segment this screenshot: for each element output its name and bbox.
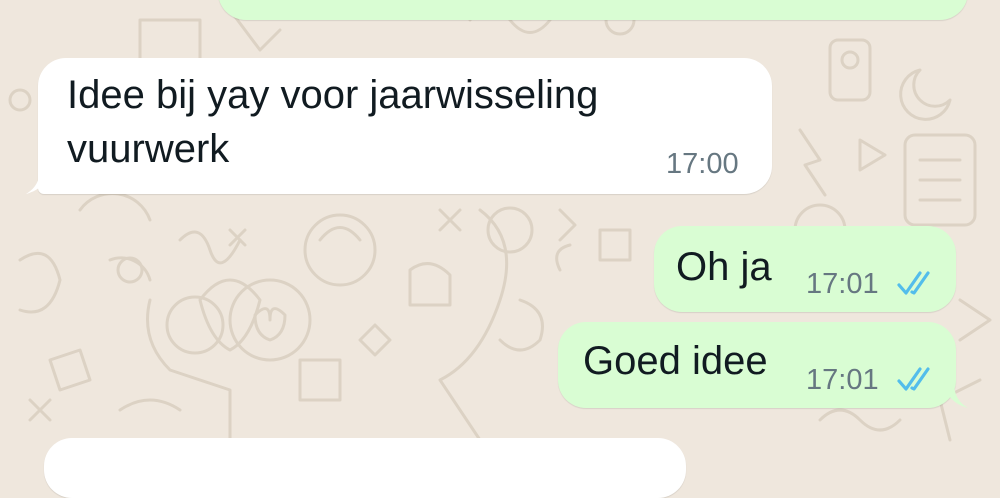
bubble-tail-outgoing [944,382,968,408]
message-timestamp: 17:01 [806,364,879,396]
message-bubble-incoming[interactable]: Idee bij yay voor jaarwisseling vuurwerk… [38,58,772,194]
message-bubble-outgoing[interactable]: Goed idee 17:01 [558,322,956,408]
message-text: Idee bij yay voor jaarwisseling [67,73,599,117]
message-text-continued: vuurwerk [67,127,230,171]
double-check-icon [897,271,930,295]
previous-message-bubble[interactable] [218,0,968,20]
message-text: Goed idee [583,339,768,383]
next-message-bubble[interactable] [44,438,686,498]
bubble-tail-incoming [26,168,50,194]
message-timestamp: 17:00 [666,148,739,180]
message-text: Oh ja [676,245,772,289]
message-bubble-outgoing[interactable]: Oh ja 17:01 [654,226,956,312]
message-timestamp: 17:01 [806,268,879,300]
double-check-icon [897,367,930,391]
